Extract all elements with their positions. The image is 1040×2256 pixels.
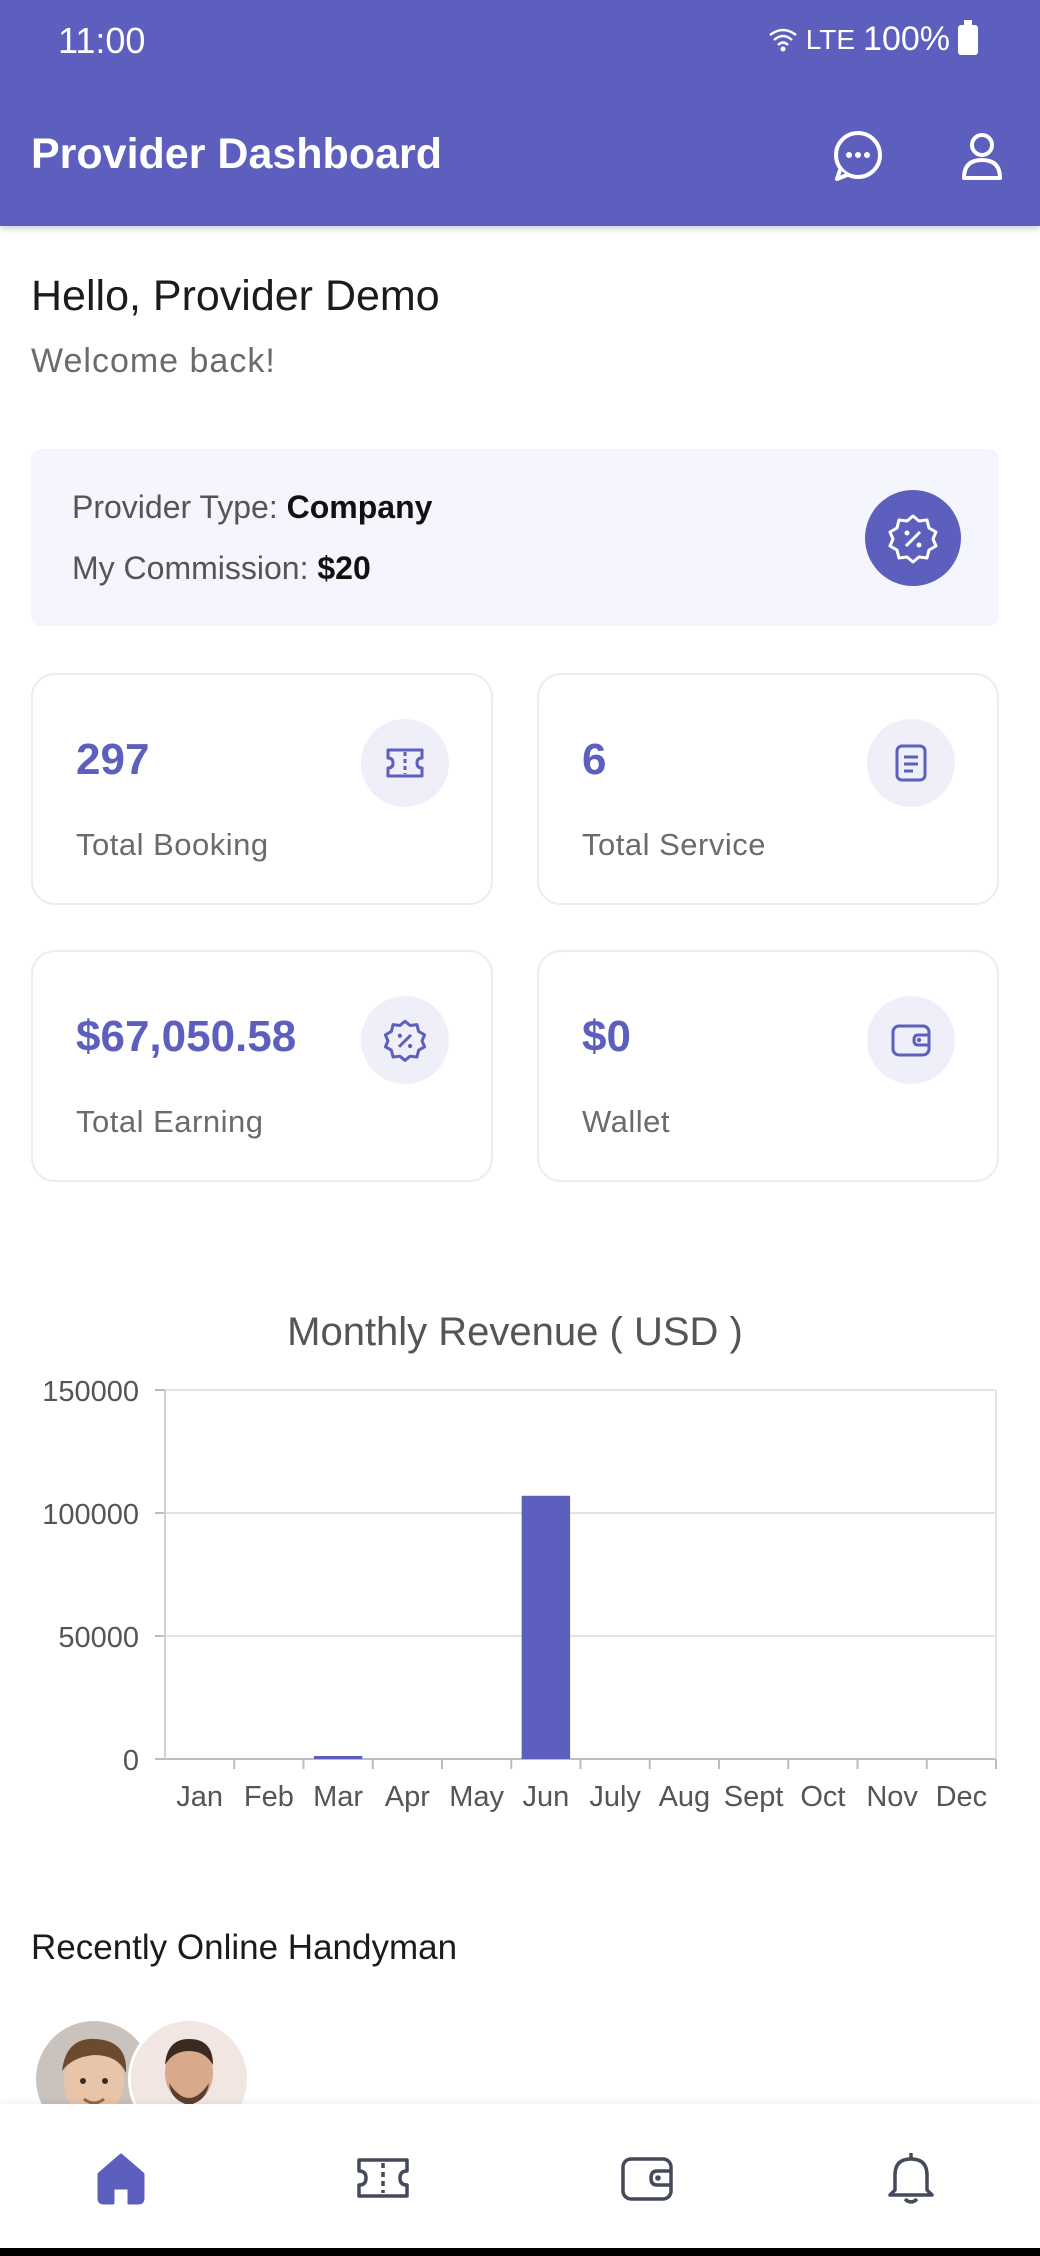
y-tick-label: 100000 (42, 1499, 139, 1531)
ticket-icon (361, 719, 449, 807)
document-icon (867, 719, 955, 807)
y-tick-label: 0 (123, 1745, 139, 1777)
status-indicators: LTE 100% (768, 19, 978, 59)
wifi-icon (768, 28, 797, 51)
x-tick-label: Mar (313, 1781, 363, 1813)
x-tick-label: May (449, 1781, 504, 1813)
battery-icon (958, 19, 978, 55)
stat-label: Total Service (582, 827, 766, 862)
discount-badge-icon (361, 996, 449, 1084)
y-tick-label: 150000 (42, 1376, 139, 1408)
bar-mar (313, 1756, 363, 1759)
wallet-icon[interactable] (617, 2148, 677, 2208)
chart-title: Monthly Revenue ( USD ) (287, 1310, 743, 1354)
stat-label: Total Booking (76, 827, 269, 862)
x-tick-label: Nov (866, 1781, 918, 1813)
x-tick-label: Jan (176, 1781, 223, 1813)
provider-dashboard-screen: 11:00 LTE 100% Provider Dashboard Hello,… (0, 0, 1040, 2256)
provider-type-line: Provider Type: Company (72, 489, 432, 526)
stat-card-total-booking[interactable]: 297 Total Booking (31, 673, 493, 905)
stat-value: 297 (76, 735, 150, 784)
x-tick-label: Feb (244, 1781, 294, 1813)
x-tick-label: Dec (936, 1781, 988, 1813)
greeting-title: Hello, Provider Demo (31, 272, 440, 320)
stat-label: Total Earning (76, 1104, 264, 1139)
system-nav-strip (0, 2248, 1040, 2256)
greeting-subtitle: Welcome back! (31, 342, 276, 380)
stat-value: $0 (582, 1012, 631, 1061)
x-tick-label: Jun (522, 1781, 569, 1813)
y-tick-label: 50000 (58, 1622, 139, 1654)
x-tick-label: Sept (724, 1781, 784, 1813)
discount-badge-icon (865, 490, 961, 586)
monthly-revenue-chart: 0 50000 100000 150000 Jan Feb Mar Apr May Jun July… (42, 1376, 997, 1813)
notification-bell-icon[interactable] (881, 2148, 941, 2208)
booking-ticket-icon[interactable] (353, 2148, 413, 2208)
stat-value: $67,050.58 (76, 1012, 297, 1061)
section-title-recent-handyman: Recently Online Handyman (31, 1928, 458, 1967)
app-bar: 11:00 LTE 100% Provider Dashboard (0, 0, 1040, 226)
status-time: 11:00 (58, 20, 146, 61)
network-type: LTE (805, 23, 856, 55)
provider-info-card: Provider Type: Company My Commission: $2… (31, 449, 999, 626)
page-title: Provider Dashboard (31, 130, 442, 178)
stat-card-wallet[interactable]: $0 Wallet (537, 950, 999, 1182)
provider-type-label: Provider Type: (72, 489, 278, 525)
bar-jun (521, 1495, 571, 1759)
wallet-icon (867, 996, 955, 1084)
x-tick-label: Oct (800, 1781, 845, 1813)
x-tick-label: Aug (659, 1781, 711, 1813)
stat-card-total-service[interactable]: 6 Total Service (537, 673, 999, 905)
bottom-navigation (0, 2104, 1040, 2248)
stat-value: 6 (582, 735, 607, 784)
battery-level: 100% (863, 20, 950, 58)
stat-card-total-earning[interactable]: $67,050.58 Total Earning (31, 950, 493, 1182)
profile-icon[interactable] (954, 128, 1010, 184)
commission-label: My Commission: (72, 550, 309, 586)
stat-label: Wallet (582, 1104, 670, 1139)
chat-icon[interactable] (830, 128, 886, 184)
x-tick-label: July (589, 1781, 641, 1813)
commission-line: My Commission: $20 (72, 550, 371, 587)
provider-type-value: Company (286, 489, 433, 525)
x-tick-label: Apr (385, 1781, 430, 1813)
commission-value: $20 (317, 550, 371, 586)
home-icon[interactable] (91, 2148, 151, 2208)
